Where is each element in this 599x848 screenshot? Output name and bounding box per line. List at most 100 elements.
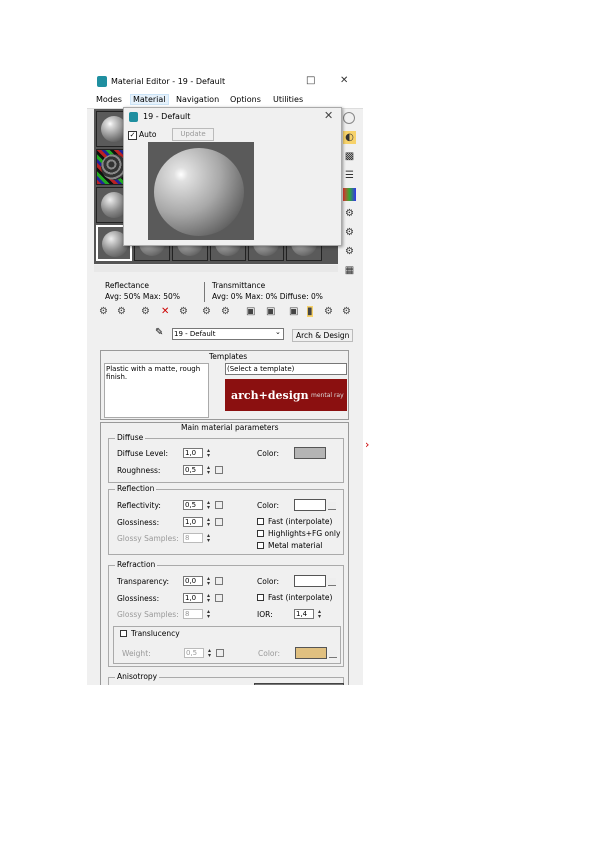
translucency-color-swatch[interactable] [295,647,327,659]
expand-arrow-icon[interactable]: › [365,438,369,451]
refraction-color-label: Color: [257,577,279,586]
refraction-samples-spinner[interactable]: ▴ ▾ [205,609,212,620]
main-params-header[interactable]: Main material parameters [181,423,278,432]
transparency-map-button[interactable] [215,577,223,585]
template-select[interactable]: (Select a template) [225,363,347,375]
menu-utilities[interactable]: Utilities [273,95,303,104]
pick-icon[interactable]: ⚙ [342,306,351,317]
ior-field[interactable]: 1,4 [294,609,314,619]
reflection-glossiness-spinner[interactable]: ▴ ▾ [205,517,212,528]
translucency-color-map-button[interactable] [329,650,337,658]
reflection-color-label: Color: [257,501,279,510]
reset-map-icon[interactable]: ✕ [161,306,169,317]
menu-material[interactable]: Material [130,94,169,105]
preview-close-button[interactable]: ✕ [324,109,333,122]
get-material-icon[interactable]: ⚙ [99,306,108,317]
diffuse-level-spinner[interactable]: ▴ ▾ [205,448,212,459]
refraction-glossiness-label: Glossiness: [117,594,160,603]
show-end-result-icon[interactable]: ▣ [289,306,298,317]
refraction-glossiness-map-button[interactable] [215,594,223,602]
highlights-fg-label: Highlights+FG only [268,529,341,538]
material-name-field[interactable]: 19 - Default [172,328,284,340]
eyedropper-icon[interactable]: ✎ [155,327,163,338]
roughness-spinner[interactable]: ▴ ▾ [205,465,212,476]
reflection-glossiness-field[interactable]: 1,0 [183,517,203,527]
make-preview-icon[interactable]: ⚙ [343,207,356,220]
reflectivity-label: Reflectivity: [117,501,161,510]
select-by-material-icon[interactable]: ⚙ [343,245,356,258]
ior-label: IOR: [257,610,273,619]
preview-title: 19 - Default [143,112,191,121]
backlight-icon[interactable]: ◐ [343,131,356,144]
refraction-glossiness-field[interactable]: 1,0 [183,593,203,603]
name-dropdown-chevron-icon[interactable]: ⌄ [275,328,281,336]
weight-map-button[interactable] [216,649,224,657]
close-button[interactable]: ✕ [340,75,348,86]
make-unique-icon[interactable]: ⚙ [202,306,211,317]
main-params-rollout: Main material parameters Diffuse Diffuse… [100,422,349,685]
roughness-label: Roughness: [117,466,161,475]
reflection-samples-field[interactable]: 8 [183,533,203,543]
go-to-parent-icon[interactable]: ▮ [307,306,313,317]
uv-tiling-icon[interactable]: ☰ [343,169,356,182]
templates-header[interactable]: Templates [209,352,247,361]
menu-options[interactable]: Options [230,95,261,104]
refraction-samples-field[interactable]: 8 [183,609,203,619]
metal-material-checkbox[interactable] [257,542,264,549]
material-navigator-icon[interactable]: ▦ [343,264,356,277]
fast-interpolate-checkbox[interactable] [257,518,264,525]
video-color-check-icon[interactable] [343,188,356,201]
refraction-color-swatch[interactable] [294,575,326,587]
reflectivity-map-button[interactable] [215,501,223,509]
menu-navigation[interactable]: Navigation [176,95,219,104]
reflection-color-map-button[interactable] [328,502,336,510]
material-id-icon[interactable]: ▣ [246,306,255,317]
reflectivity-spinner[interactable]: ▴ ▾ [205,500,212,511]
options-icon[interactable]: ⚙ [343,226,356,239]
auto-checkbox[interactable]: ✓ [128,131,137,140]
put-to-library-icon[interactable]: ⚙ [221,306,230,317]
transparency-spinner[interactable]: ▴ ▾ [205,576,212,587]
weight-label: Weight: [122,649,151,658]
reflection-samples-spinner[interactable]: ▴ ▾ [205,533,212,544]
reflectance-values: Avg: 50% Max: 50% [105,292,180,301]
roughness-field[interactable]: 0,5 [183,465,203,475]
put-to-scene-icon[interactable]: ⚙ [117,306,126,317]
auto-label: Auto [139,130,157,139]
preview-app-icon [129,112,138,122]
fast-interpolate-label: Fast (interpolate) [268,517,333,526]
translucency-checkbox[interactable] [120,630,127,637]
sample-type-icon[interactable] [343,112,355,124]
reflectivity-field[interactable]: 0,5 [183,500,203,510]
transparency-field[interactable]: 0,0 [183,576,203,586]
maximize-button[interactable]: □ [306,75,315,86]
diffuse-level-label: Diffuse Level: [117,449,169,458]
reflection-glossiness-label: Glossiness: [117,518,160,527]
reflection-glossiness-map-button[interactable] [215,518,223,526]
title-bar: Material Editor - 19 - Default □ ✕ [87,72,363,92]
diffuse-color-swatch[interactable] [294,447,326,459]
refraction-color-map-button[interactable] [328,578,336,586]
make-copy-icon[interactable]: ⚙ [179,306,188,317]
material-toolbar: ⚙ ⚙ ⚙ ✕ ⚙ ⚙ ⚙ ▣ ▣ ▣ ▮ ⚙ ⚙ [99,306,359,320]
update-button[interactable]: Update [172,128,214,141]
material-preview-window: 19 - Default ✕ ✓ Auto Update [123,107,342,246]
diffuse-level-field[interactable]: 1,0 [183,448,203,458]
ior-spinner[interactable]: ▴ ▾ [316,609,323,620]
go-forward-icon[interactable]: ⚙ [324,306,333,317]
material-type-button[interactable]: Arch & Design [292,329,354,342]
show-shaded-icon[interactable]: ▣ [266,306,275,317]
assign-material-icon[interactable]: ⚙ [141,306,150,317]
diffuse-group: Diffuse Diffuse Level: 1,0 ▴ ▾ Roughness:… [108,433,344,483]
background-icon[interactable]: ▩ [343,150,356,163]
weight-spinner[interactable]: ▴ ▾ [206,648,213,659]
highlights-fg-checkbox[interactable] [257,530,264,537]
arch-design-logo: arch+design mental ray [225,379,347,411]
reflection-color-swatch[interactable] [294,499,326,511]
refraction-glossiness-spinner[interactable]: ▴ ▾ [205,593,212,604]
refraction-fast-checkbox[interactable] [257,594,264,601]
menu-modes[interactable]: Modes [96,95,122,104]
roughness-map-button[interactable] [215,466,223,474]
weight-field[interactable]: 0,5 [184,648,204,658]
slots-scrollbar[interactable] [94,265,338,272]
